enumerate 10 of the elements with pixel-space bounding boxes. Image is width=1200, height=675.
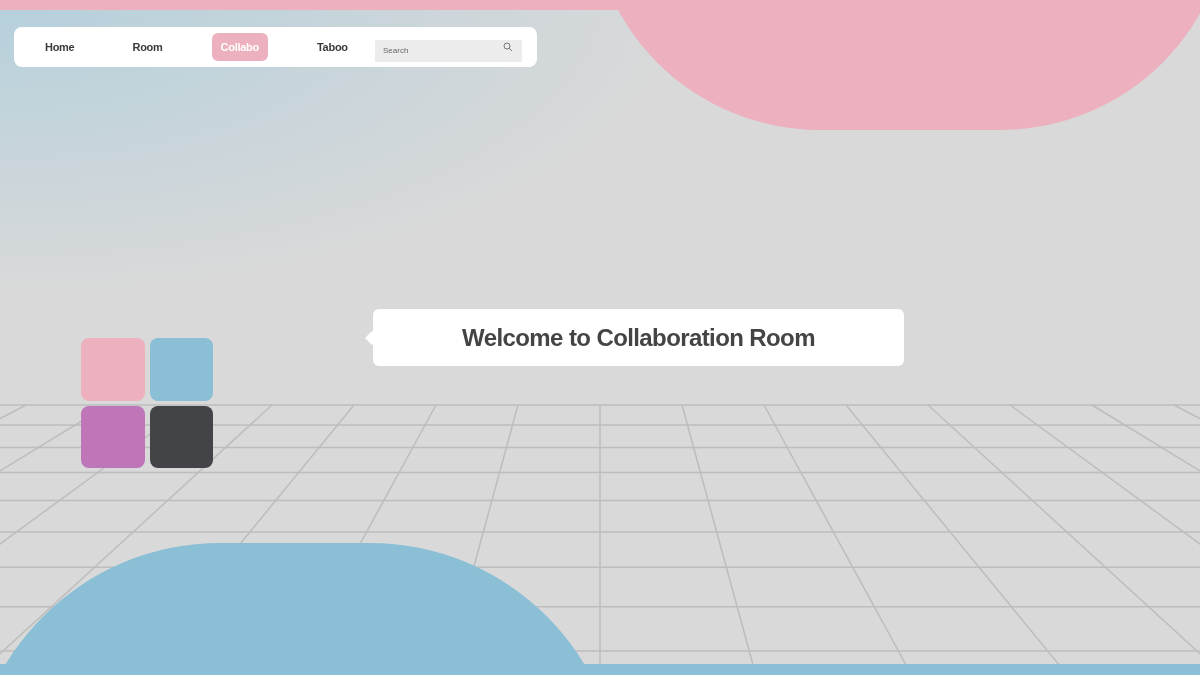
nav-tab[interactable]: Room [123, 33, 172, 61]
color-tile[interactable] [81, 405, 145, 468]
color-tile[interactable] [81, 338, 145, 401]
color-tile[interactable] [149, 405, 213, 468]
nav-tab[interactable]: Home [36, 33, 84, 61]
nav-tab[interactable]: Taboo [307, 33, 357, 61]
welcome-message: Welcome to Collaboration Room [462, 322, 815, 353]
search-icon [503, 42, 513, 52]
search-field[interactable]: Search [375, 39, 522, 62]
color-tile[interactable] [149, 338, 213, 401]
